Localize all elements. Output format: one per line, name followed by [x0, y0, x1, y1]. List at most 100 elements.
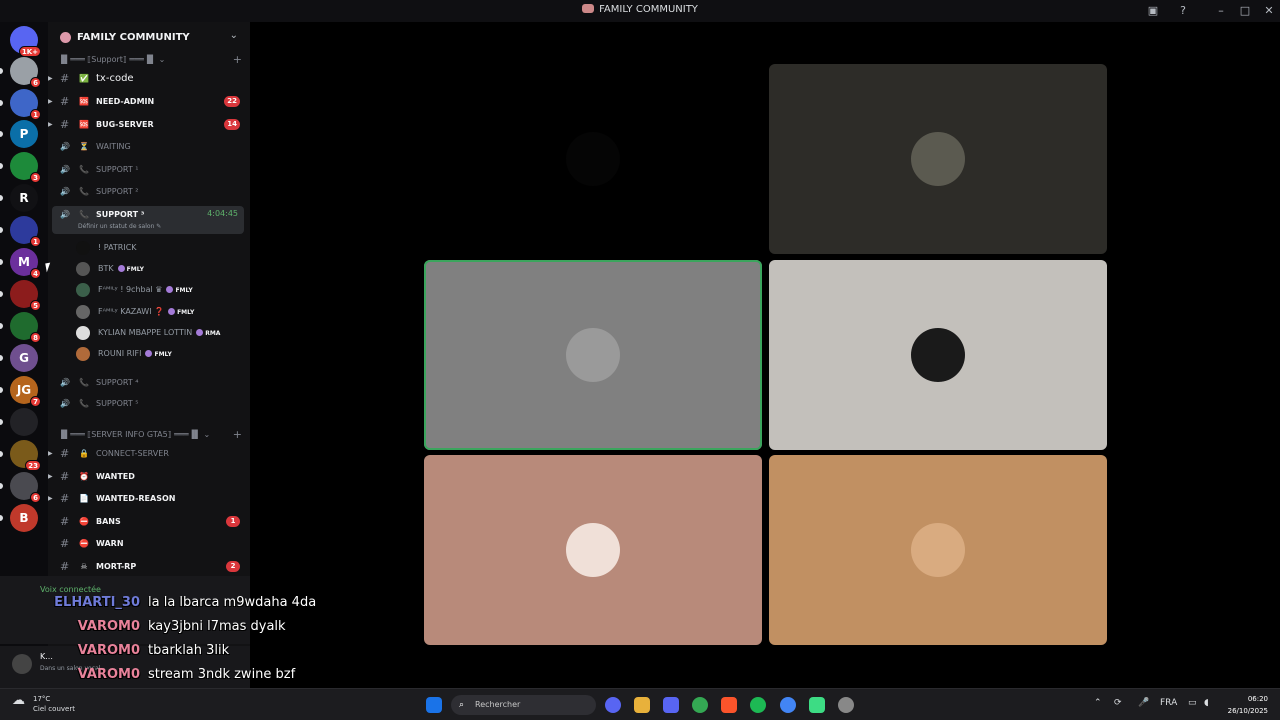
- minimize-button[interactable]: –: [1214, 4, 1228, 18]
- hash-icon: #: [60, 515, 70, 528]
- thread-arrow-icon[interactable]: ▶: [48, 115, 53, 135]
- server-icon[interactable]: 6: [10, 472, 41, 503]
- video-tile[interactable]: [424, 64, 762, 254]
- server-icon[interactable]: [10, 408, 38, 436]
- help-icon[interactable]: ?: [1176, 4, 1190, 18]
- add-channel-icon[interactable]: +: [233, 428, 242, 441]
- video-tile[interactable]: [769, 455, 1107, 645]
- guild-icon: [60, 32, 71, 43]
- mention-badge: 23: [25, 460, 41, 471]
- speaker-icon: 🔊: [60, 399, 70, 408]
- channel-row[interactable]: ▶ # 📄 WANTED-REASON: [48, 489, 250, 509]
- video-tile[interactable]: [424, 455, 762, 645]
- channel-emoji-icon: 📞: [79, 210, 89, 219]
- tag-text: FMLY: [177, 309, 195, 316]
- brave-icon[interactable]: [721, 697, 737, 713]
- unread-pill: [0, 291, 3, 297]
- spotify-icon[interactable]: [750, 697, 766, 713]
- server-icon[interactable]: B: [10, 504, 38, 532]
- channel-row[interactable]: 🔊 ⏳ WAITING: [48, 137, 250, 157]
- server-icon[interactable]: R: [10, 184, 38, 212]
- start-button[interactable]: [426, 697, 442, 713]
- video-tile[interactable]: [769, 260, 1107, 450]
- channel-emoji-icon: 📞: [79, 399, 89, 408]
- server-icon[interactable]: 5: [10, 280, 41, 311]
- channel-row[interactable]: # ☠ MORT-RP 2: [48, 557, 250, 577]
- channel-row[interactable]: ▶ # 🔒 CONNECT-SERVER: [48, 444, 250, 464]
- thread-arrow-icon[interactable]: ▶: [48, 489, 53, 509]
- member-tag: FMLY: [145, 350, 172, 358]
- close-button[interactable]: ✕: [1262, 4, 1276, 18]
- chevron-down-icon[interactable]: ⌄: [230, 30, 238, 41]
- server-icon[interactable]: P: [10, 120, 38, 148]
- participant-avatar: [911, 328, 965, 382]
- category-support[interactable]: ▐▌═══ ⟦Support⟧ ═══▐▌ ⌄ +: [58, 53, 248, 66]
- sync-icon[interactable]: ⟳: [1114, 698, 1122, 708]
- settings-icon[interactable]: [838, 697, 854, 713]
- unread-pill: [0, 387, 3, 393]
- thread-arrow-icon[interactable]: ▶: [48, 467, 53, 487]
- network-icon[interactable]: ▭: [1188, 698, 1197, 708]
- channel-row[interactable]: # ⛔ WARN: [48, 534, 250, 554]
- server-icon[interactable]: 1K+: [10, 26, 41, 57]
- mention-badge: 6: [30, 77, 41, 88]
- thread-arrow-icon[interactable]: ▶: [48, 69, 53, 89]
- channel-name: NEED-ADMIN: [96, 97, 155, 106]
- channel-row[interactable]: 🔊 📞 SUPPORT ¹: [48, 160, 250, 180]
- category-server-info[interactable]: ▐▌═══ ⟦SERVER INFO GTA5⟧ ═══▐▌ ⌄ +: [58, 428, 248, 441]
- video-tile[interactable]: [424, 260, 762, 450]
- channel-row[interactable]: ▶ # ⏰ WANTED: [48, 467, 250, 487]
- server-icon[interactable]: JG 7: [10, 376, 41, 407]
- search-input[interactable]: ⌕ Rechercher: [451, 695, 596, 715]
- channel-row[interactable]: 🔊 📞 SUPPORT ⁵: [48, 394, 250, 414]
- channel-row[interactable]: 🔊 📞 SUPPORT ²: [48, 182, 250, 202]
- member-tag: FMLY: [166, 286, 193, 294]
- server-icon[interactable]: 23: [10, 440, 41, 471]
- clock[interactable]: 06:20 26/10/2025: [1228, 693, 1268, 717]
- server-icon[interactable]: 1: [10, 89, 41, 120]
- channel-row[interactable]: ▶ # ✅ tx-code: [48, 69, 250, 89]
- channel-row[interactable]: 🔊 📞 SUPPORT ⁴: [48, 373, 250, 393]
- channel-emoji-icon: 🔒: [79, 449, 89, 458]
- chrome-icon[interactable]: [692, 697, 708, 713]
- server-icon[interactable]: M4: [10, 248, 41, 279]
- participant-avatar: [566, 328, 620, 382]
- tag-icon: [166, 286, 174, 293]
- member-name: KYLIAN MBAPPE LOTTIN RMA: [98, 323, 220, 344]
- unread-pill: [0, 419, 3, 425]
- server-icon[interactable]: 1: [10, 216, 41, 247]
- language-indicator[interactable]: FRA: [1160, 698, 1177, 708]
- thread-arrow-icon[interactable]: ▶: [48, 444, 53, 464]
- maximize-button[interactable]: □: [1238, 4, 1252, 18]
- android-studio-icon[interactable]: [809, 697, 825, 713]
- overlay-author: VAROM0: [77, 667, 140, 682]
- chevron-up-icon[interactable]: ⌃: [1094, 698, 1102, 708]
- guild-header[interactable]: FAMILY COMMUNITY ⌄: [48, 22, 250, 54]
- avatar: [76, 326, 90, 340]
- inbox-icon[interactable]: ▣: [1146, 4, 1160, 18]
- file-explorer-icon[interactable]: [634, 697, 650, 713]
- mention-badge: 7: [30, 396, 41, 407]
- video-tile[interactable]: [769, 64, 1107, 254]
- volume-icon[interactable]: ◖: [1204, 698, 1209, 708]
- thread-arrow-icon[interactable]: ▶: [48, 92, 53, 112]
- server-icon[interactable]: G: [10, 344, 38, 372]
- server-icon[interactable]: 8: [10, 312, 41, 343]
- add-channel-icon[interactable]: +: [233, 53, 242, 66]
- discord-taskbar-icon[interactable]: [605, 697, 621, 713]
- server-icon[interactable]: 6: [10, 57, 41, 88]
- channel-row[interactable]: ▶ # 🆘 BUG-SERVER 14: [48, 115, 250, 135]
- discord-window-icon[interactable]: [663, 697, 679, 713]
- chrome-beta-icon[interactable]: [780, 697, 796, 713]
- unread-pill: [0, 227, 3, 233]
- member-name: ROUNI RIFI FMLY: [98, 344, 172, 365]
- channel-row[interactable]: 🔊 📞 SUPPORT ³: [48, 205, 250, 225]
- channel-row[interactable]: # ⛔ BANS 1: [48, 512, 250, 532]
- user-avatar[interactable]: [12, 654, 32, 674]
- channel-row[interactable]: ▶ # 🆘 NEED-ADMIN 22: [48, 92, 250, 112]
- server-icon[interactable]: 3: [10, 152, 41, 183]
- participant-avatar: [566, 132, 620, 186]
- unread-pill: [0, 355, 3, 361]
- microphone-icon[interactable]: 🎤: [1138, 698, 1149, 708]
- app-logo-icon: [582, 4, 595, 13]
